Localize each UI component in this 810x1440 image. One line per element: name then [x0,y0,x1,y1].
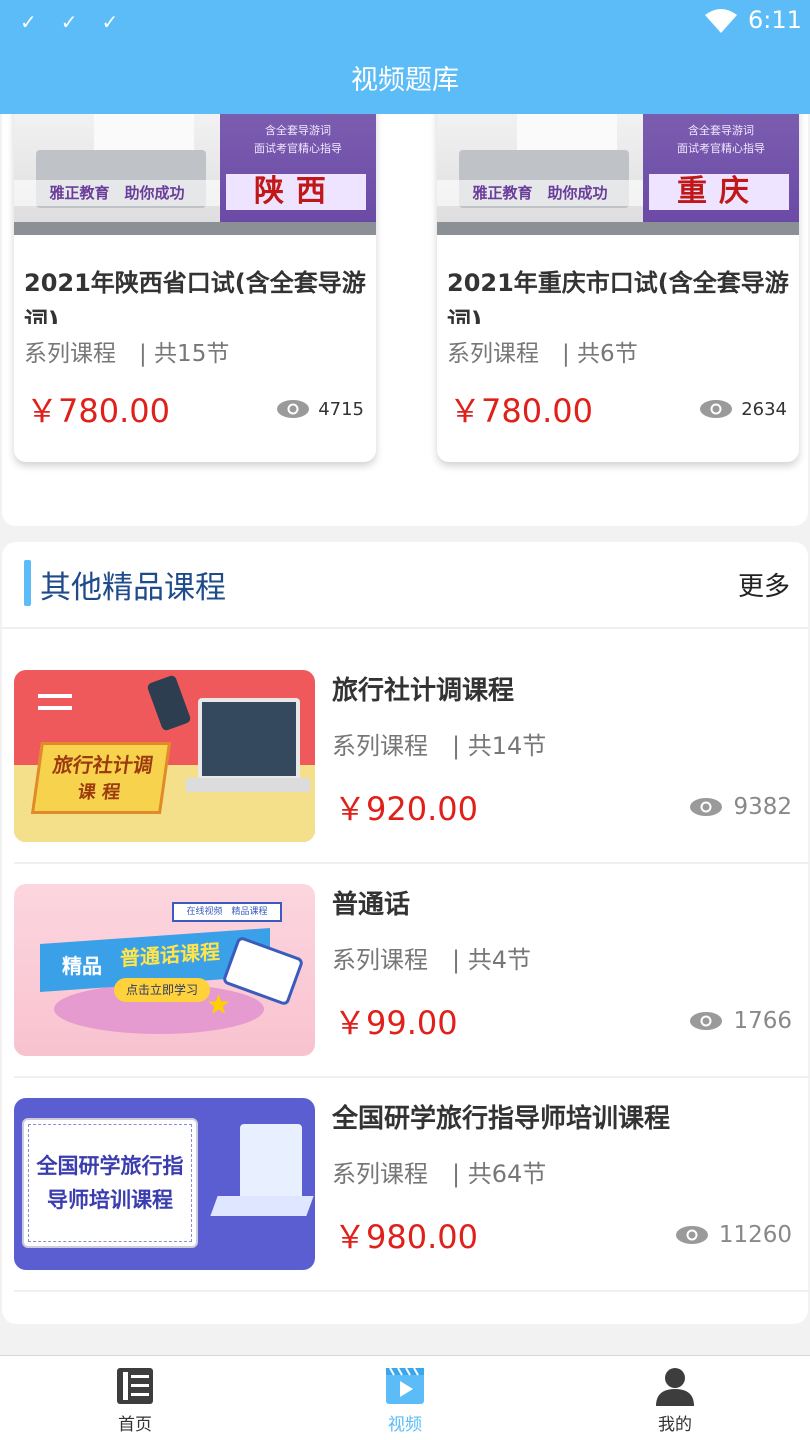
view-count-value: 4715 [318,398,364,420]
view-count: 1766 [689,1008,792,1034]
view-count: 4715 [276,398,364,420]
list-item[interactable]: 在线视频 精品课程 普通话课程 精品 点击立即学习 ★ 普通话 系列课程 | 共… [14,884,810,1098]
thumb-tag: 在线视频 精品课程 [172,902,282,922]
course-meta: 系列课程 | 共14节 [332,732,547,760]
eye-icon [690,1012,723,1030]
list-icon [117,1368,153,1404]
divider [2,627,808,629]
nav-label: 我的 [658,1415,692,1435]
thumb-slogan: 雅正教育 助你成功 [14,180,220,206]
section-title: 其他精品课程 [40,570,226,606]
list-item[interactable]: 全国研学旅行指 导师培训课程 全国研学旅行指导师培训课程 系列课程 | 共64节… [14,1098,810,1312]
menu-lines-decoration [38,694,72,698]
thumb-region: 陕西 [226,174,366,210]
view-count-value: 11260 [718,1222,792,1248]
course-price: ￥780.00 [26,392,170,430]
course-thumbnail: 精品口试课程 含全套导游词 面试考官精心指导 雅正教育 助你成功 陕西 [14,100,376,235]
video-play-icon [386,1367,424,1404]
featured-course-card[interactable]: 精品口试课程 含全套导游词 面试考官精心指导 雅正教育 助你成功 重庆 2021… [437,100,799,462]
star-icon: ★ [206,988,232,1021]
nav-video[interactable]: 视频 [270,1356,540,1440]
course-price: ￥780.00 [449,392,593,430]
course-title: 旅行社计调课程 [332,676,515,706]
course-meta: 系列课程 | 共6节 [447,341,638,367]
nav-home[interactable]: 首页 [0,1356,270,1440]
divider [14,862,810,864]
course-meta: 系列课程 | 共4节 [332,946,531,974]
course-meta: 系列课程 | 共15节 [24,341,230,367]
screen-image [240,1124,302,1204]
course-price: ￥980.00 [334,1218,478,1256]
thumb-badge: 旅行社计调 课 程 [30,742,172,814]
nav-label: 首页 [118,1415,152,1435]
more-link[interactable]: 更多 [738,566,790,603]
notification-icons: ✓ ✓ ✓ [20,10,118,34]
divider [14,1290,810,1292]
laptop-image [198,698,300,780]
user-icon [656,1368,694,1406]
course-thumbnail: 精品口试课程 含全套导游词 面试考官精心指导 雅正教育 助你成功 重庆 [437,100,799,235]
featured-course-card[interactable]: 精品口试课程 含全套导游词 面试考官精心指导 雅正教育 助你成功 陕西 2021… [14,100,376,462]
nav-profile[interactable]: 我的 [540,1356,810,1440]
thumb-region: 重庆 [649,174,789,210]
list-item[interactable]: 旅行社计调 课 程 旅行社计调课程 系列课程 | 共14节 ￥920.00 93… [14,670,810,884]
view-count: 11260 [675,1222,792,1248]
eye-icon [690,798,723,816]
course-title: 全国研学旅行指导师培训课程 [332,1104,671,1134]
nav-label: 视频 [388,1415,422,1435]
course-price: ￥920.00 [334,790,478,828]
view-count: 2634 [699,398,787,420]
check-icon: ✓ [20,10,37,34]
divider [14,1076,810,1078]
clock: 6:11 [748,6,802,34]
eye-icon [675,1226,708,1244]
eye-icon [700,400,733,418]
page-title: 视频题库 [351,65,459,96]
course-thumbnail: 旅行社计调 课 程 [14,670,315,842]
course-meta: 系列课程 | 共64节 [332,1160,547,1188]
course-price: ￥99.00 [334,1004,458,1042]
view-count: 9382 [689,794,792,820]
course-title: 普通话 [332,890,411,920]
check-icon: ✓ [60,10,78,34]
section-accent-bar [24,560,31,606]
view-count-value: 2634 [741,398,787,420]
phone-image [146,674,192,732]
bottom-nav: 首页 视频 我的 [0,1355,810,1440]
course-title: 2021年重庆市口试(含全套导游词) [447,269,789,324]
wifi-icon [705,9,737,33]
course-thumbnail: 全国研学旅行指 导师培训课程 [14,1098,315,1270]
view-count-value: 9382 [733,794,792,820]
course-thumbnail: 在线视频 精品课程 普通话课程 精品 点击立即学习 ★ [14,884,315,1056]
app-header: ✓ ✓ ✓ 6:11 视频题库 [0,0,810,114]
eye-icon [277,400,310,418]
course-title: 2021年陕西省口试(含全套导游词) [24,269,366,324]
status-bar: ✓ ✓ ✓ 6:11 [0,0,810,44]
thumb-slogan: 雅正教育 助你成功 [437,180,643,206]
view-count-value: 1766 [733,1008,792,1034]
check-icon: ✓ [101,10,119,34]
